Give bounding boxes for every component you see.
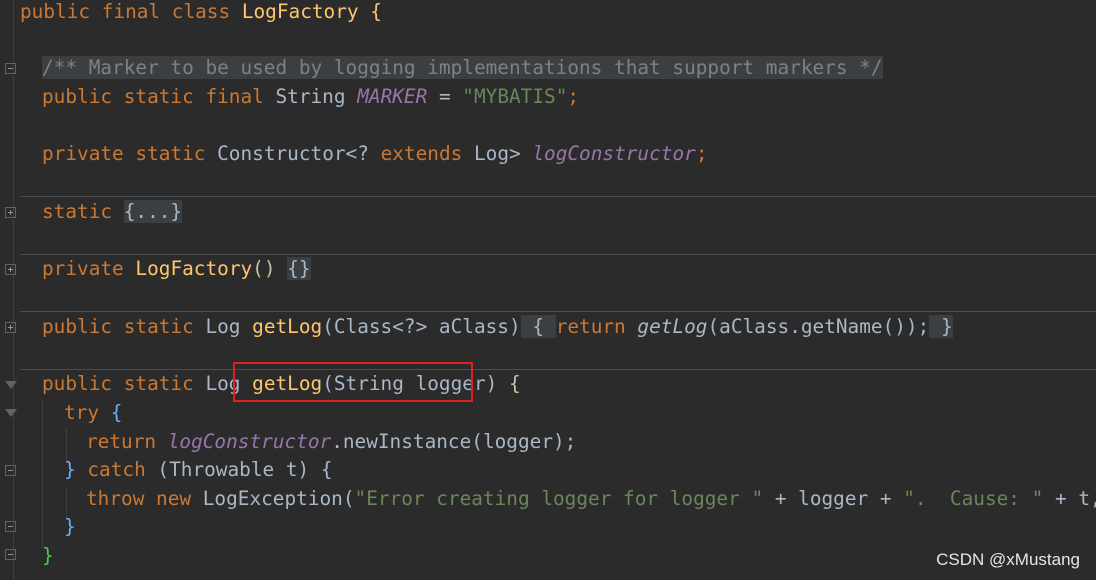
code-line-close-method[interactable]: }: [42, 542, 54, 570]
fold-end-icon[interactable]: [5, 549, 16, 560]
type: Constructor<?: [205, 142, 381, 165]
indent-guide: [42, 400, 43, 548]
semicolon: ;: [567, 85, 580, 108]
keyword: private static: [42, 142, 206, 165]
parens: (): [252, 257, 276, 280]
keyword: public final class: [20, 0, 231, 23]
folded-open-brace: {: [520, 315, 556, 338]
keyword: return: [555, 315, 626, 338]
fold-collapse-icon[interactable]: [5, 63, 16, 74]
code-line-return-newinstance[interactable]: return logConstructor.newInstance(logger…: [86, 428, 576, 456]
field-name: logConstructor: [167, 430, 332, 453]
code-line-getlog-class[interactable]: public static Log getLog(Class<?> aClass…: [42, 313, 953, 341]
code-line-try[interactable]: try {: [64, 399, 122, 427]
field-name: logConstructor: [532, 142, 696, 165]
operator: =: [427, 85, 463, 108]
open-brace: {: [497, 372, 521, 395]
keyword: public static final: [42, 85, 264, 108]
expression: + logger +: [763, 487, 904, 510]
semicolon: ;: [695, 142, 708, 165]
keyword: static: [42, 200, 113, 223]
folded-close-brace: }: [929, 315, 953, 338]
string-literal: "MYBATIS": [462, 85, 568, 108]
keyword: public static: [42, 315, 194, 338]
keyword: private: [42, 257, 124, 280]
keyword: catch: [87, 458, 146, 481]
method-separator: [20, 311, 1096, 312]
code-line-comment[interactable]: /** Marker to be used by logging impleme…: [42, 54, 883, 82]
keyword: return: [86, 430, 157, 453]
keyword: public static: [42, 372, 194, 395]
keyword: throw new: [86, 487, 192, 510]
annotation-highlight-box: [233, 362, 473, 402]
method-call: getLog: [637, 315, 708, 338]
code-line-constructor-field[interactable]: private static Constructor<? extends Log…: [42, 140, 708, 168]
method-name: getLog: [252, 315, 323, 338]
method-separator: [20, 196, 1096, 197]
return-type: Log: [193, 315, 253, 338]
catch-clause: (Throwable t) {: [145, 458, 333, 481]
code-line-class-decl[interactable]: public final class LogFactory {: [20, 0, 382, 26]
close-brace: }: [64, 458, 76, 481]
close-brace: }: [42, 544, 54, 567]
fold-arrow-icon[interactable]: [5, 381, 17, 389]
keyword: try: [64, 401, 100, 424]
string-literal: ". Cause: ": [903, 487, 1044, 510]
brace: {: [358, 0, 382, 23]
fold-expand-icon[interactable]: [5, 207, 16, 218]
constructor-call: LogException(: [191, 487, 355, 510]
code-line-throw[interactable]: throw new LogException("Error creating l…: [86, 485, 1096, 513]
fold-arrow-icon[interactable]: [5, 409, 17, 417]
watermark: CSDN @xMustang: [936, 550, 1080, 569]
code-line-marker[interactable]: public static final String MARKER = "MYB…: [42, 83, 579, 111]
fold-expand-icon[interactable]: [5, 264, 16, 275]
doc-comment: /** Marker to be used by logging impleme…: [42, 56, 883, 79]
code-line-catch[interactable]: } catch (Throwable t) {: [64, 456, 333, 484]
method-name: LogFactory: [135, 257, 253, 280]
folded-region[interactable]: {...}: [123, 200, 183, 223]
code-line-close-try[interactable]: }: [64, 513, 76, 541]
field-name: MARKER: [357, 85, 428, 108]
fold-expand-icon[interactable]: [5, 322, 16, 333]
call-expression: .newInstance(logger);: [331, 430, 577, 453]
fold-end-icon[interactable]: [5, 465, 16, 476]
type: String: [263, 85, 358, 108]
parameters: (Class<?> aClass): [322, 315, 521, 338]
gutter-divider: [13, 0, 14, 580]
code-line-static-block[interactable]: static {...}: [42, 198, 183, 226]
open-brace: {: [99, 401, 123, 424]
close-brace: }: [64, 515, 76, 538]
string-literal: "Error creating logger for logger ": [354, 487, 764, 510]
folded-region[interactable]: {}: [287, 257, 311, 280]
keyword: extends: [380, 142, 463, 165]
arguments: (aClass.getName());: [707, 315, 930, 338]
fold-end-icon[interactable]: [5, 521, 16, 532]
class-name: LogFactory: [241, 0, 359, 23]
type: Log>: [462, 142, 533, 165]
code-line-private-ctor[interactable]: private LogFactory() {}: [42, 255, 311, 283]
expression: + t, t);: [1055, 487, 1096, 510]
